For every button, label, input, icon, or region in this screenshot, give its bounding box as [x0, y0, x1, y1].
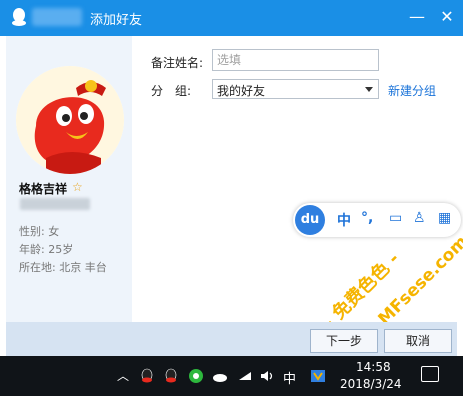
clock-date[interactable]: 2018/3/24: [340, 377, 402, 391]
title-bar: 添加好友 — ✕: [0, 0, 463, 36]
qq-icon[interactable]: [163, 368, 179, 384]
location-info: 所在地: 北京 丰台: [19, 261, 107, 274]
group-label: 分 组:: [151, 84, 192, 98]
wechat-icon[interactable]: [188, 368, 204, 384]
clock-time[interactable]: 14:58: [356, 360, 391, 374]
group-select-value: 我的好友: [217, 84, 266, 98]
next-button[interactable]: 下一步: [310, 329, 378, 353]
ime-grid-icon[interactable]: ▦: [438, 210, 451, 226]
chevron-up-icon[interactable]: ︿: [115, 368, 131, 384]
blurred-account-number: [20, 198, 90, 210]
input-language-indicator[interactable]: 中: [283, 368, 296, 387]
ime-punctuation[interactable]: °,: [361, 210, 373, 226]
ime-icon[interactable]: [310, 368, 326, 384]
chevron-down-icon: [365, 87, 373, 92]
blurred-username: [32, 8, 82, 26]
close-button[interactable]: ✕: [436, 6, 458, 28]
star-icon: ☆: [72, 180, 83, 194]
remark-input[interactable]: [212, 49, 379, 71]
remark-label: 备注姓名:: [151, 56, 204, 70]
new-group-link[interactable]: 新建分组: [388, 82, 436, 99]
ime-toolbar: du 中 °, ▭ ♙ ▦: [293, 203, 461, 237]
notification-icon[interactable]: [421, 366, 439, 382]
minimize-button[interactable]: —: [406, 6, 428, 28]
nickname: 格格吉祥: [19, 182, 68, 196]
ime-skin-icon[interactable]: ▭: [389, 210, 402, 226]
ime-user-icon[interactable]: ♙: [413, 210, 426, 226]
baidu-ime-logo[interactable]: du: [295, 205, 325, 235]
wifi-icon[interactable]: [237, 368, 253, 384]
age-info: 年龄: 25岁: [19, 243, 74, 256]
profile-pane: 格格吉祥 ☆ 性别: 女 年龄: 25岁 所在地: 北京 丰台: [6, 36, 132, 322]
qq-icon[interactable]: [139, 368, 155, 384]
qq-logo-icon: [12, 8, 26, 26]
onedrive-icon[interactable]: [212, 368, 228, 384]
volume-icon[interactable]: [259, 368, 275, 384]
avatar[interactable]: [16, 66, 124, 174]
window-title: 添加好友: [90, 13, 143, 28]
gender-info: 性别: 女: [19, 225, 60, 238]
taskbar: ︿ 中 14:58 2018/3/24: [0, 356, 463, 396]
penguin-avatar-icon: [16, 66, 124, 174]
group-select[interactable]: 我的好友: [212, 79, 379, 99]
watermark-line-1: - 免费色色 -: [318, 248, 404, 334]
ime-chinese-mode[interactable]: 中: [337, 210, 351, 230]
cancel-button[interactable]: 取消: [384, 329, 452, 353]
